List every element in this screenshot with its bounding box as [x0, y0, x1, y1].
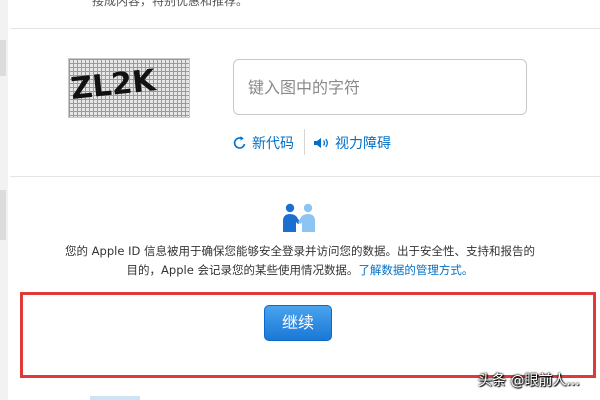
people-handshake-icon	[283, 203, 315, 232]
divider-middle	[10, 176, 600, 177]
new-code-link[interactable]: 新代码	[232, 133, 294, 153]
captcha-image: ZL2K	[68, 58, 190, 118]
left-edge-strip	[0, 0, 8, 400]
left-edge-block	[0, 190, 6, 240]
watermark: 头条 @眼前人...	[478, 373, 580, 389]
continue-button[interactable]: 继续	[264, 305, 332, 341]
bottom-cutoff-element	[90, 396, 140, 400]
captcha-input[interactable]	[233, 59, 527, 115]
refresh-icon	[233, 136, 246, 149]
captcha-glyphs: ZL2K	[69, 63, 159, 107]
captcha-text: ZL2K	[69, 63, 159, 107]
privacy-notice: 您的 Apple ID 信息被用于确保您能够安全登录并访问您的数据。出于安全性、…	[60, 242, 540, 280]
speaker-icon	[314, 138, 328, 148]
divider-top	[10, 28, 600, 29]
top-cutoff-text: 接成内容，特别优惠和推荐。	[92, 0, 249, 8]
link-divider	[304, 129, 305, 155]
new-code-label: 新代码	[252, 136, 294, 152]
vision-impaired-link[interactable]: 视力障碍	[313, 133, 391, 153]
vision-impaired-label: 视力障碍	[335, 136, 391, 152]
left-edge-block	[0, 40, 6, 76]
data-management-link[interactable]: 了解数据的管理方式。	[358, 263, 473, 277]
